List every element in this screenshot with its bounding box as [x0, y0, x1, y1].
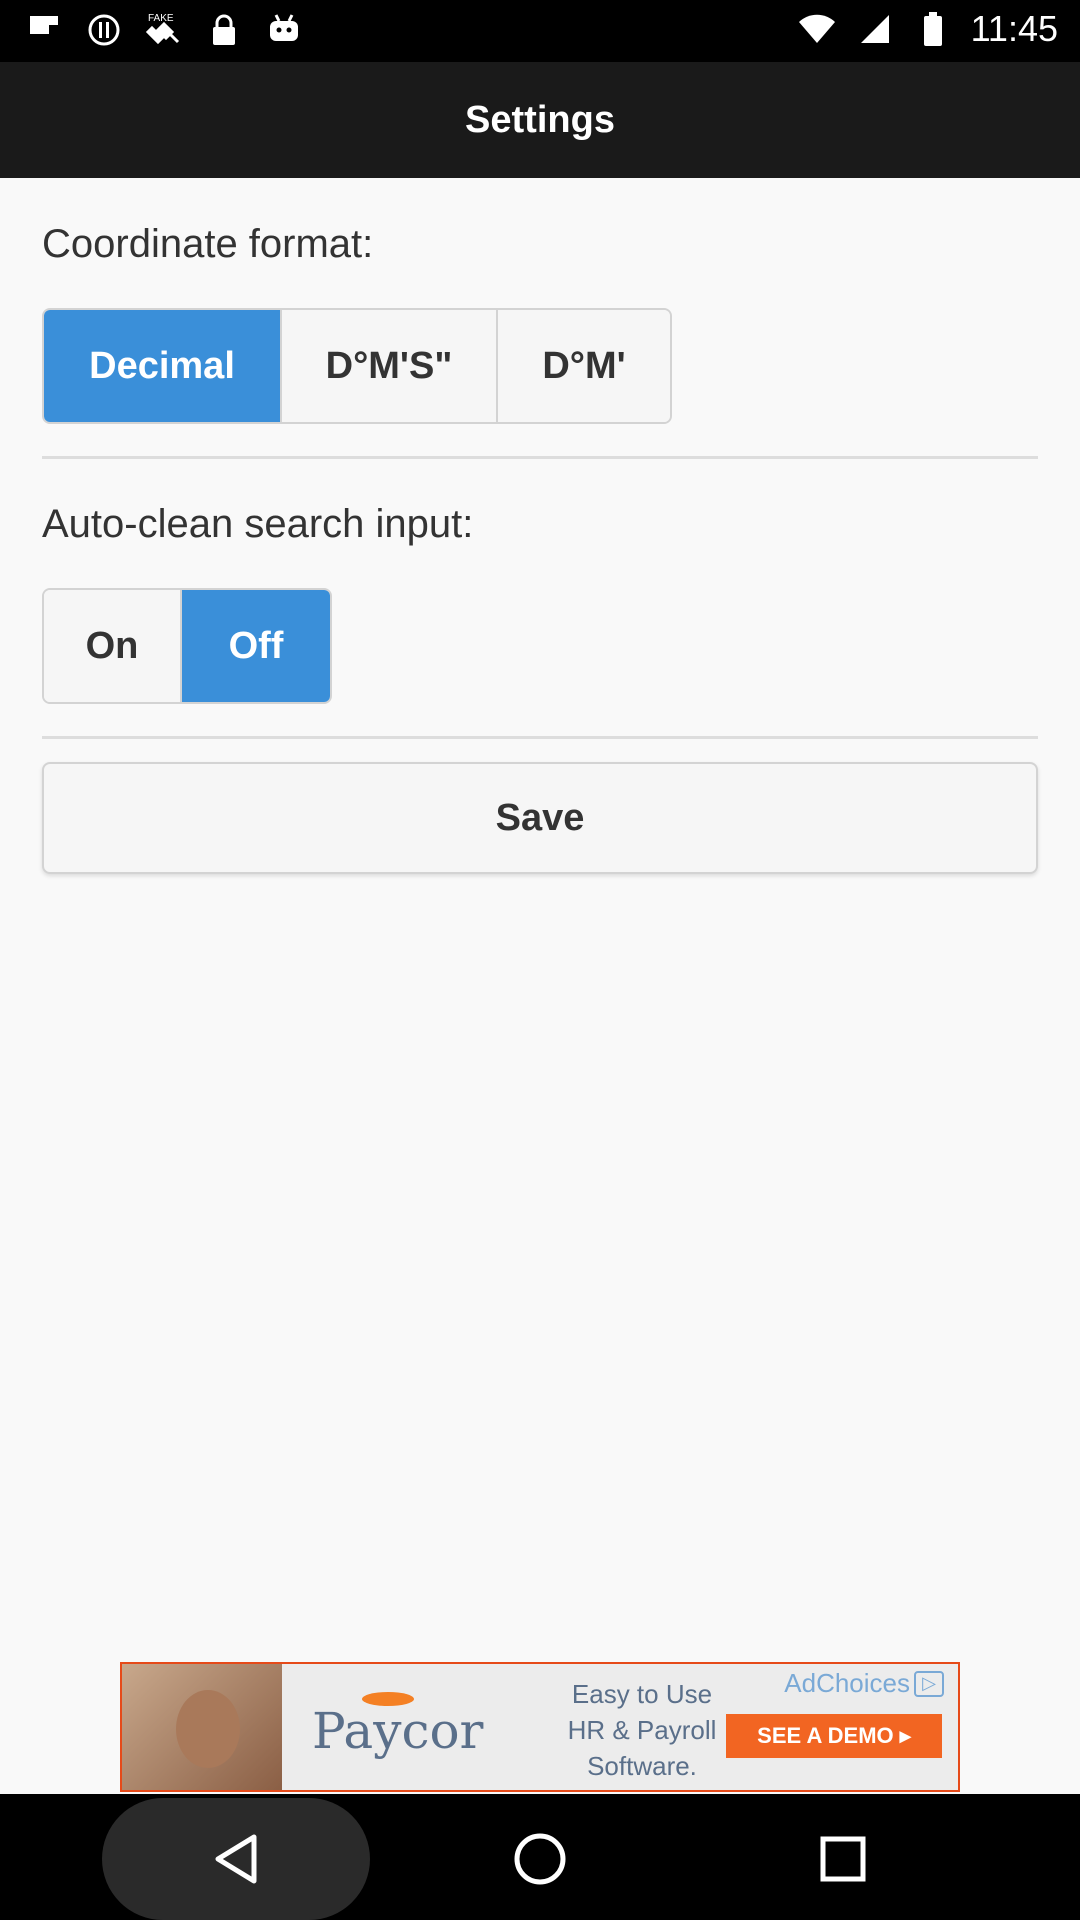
- adchoices-icon: ▷: [914, 1670, 944, 1697]
- auto-clean-toggle: On Off: [42, 588, 332, 704]
- ad-copy: Easy to Use HR & Payroll Software.: [562, 1676, 722, 1784]
- coordinate-format-dms-button[interactable]: D°M'S": [282, 310, 498, 422]
- coordinate-format-dm-button[interactable]: D°M': [498, 310, 670, 422]
- ad-copy-line: Easy to Use: [571, 1679, 713, 1709]
- android-icon: [264, 10, 304, 50]
- divider: [42, 456, 1038, 459]
- status-notification-icons: FAKE: [24, 10, 304, 50]
- ad-copy-line: Software.: [587, 1751, 697, 1781]
- flipboard-icon: [24, 10, 64, 50]
- auto-clean-label: Auto-clean search input:: [42, 502, 474, 546]
- coordinate-format-selector: Decimal D°M'S" D°M': [42, 308, 672, 424]
- wifi-icon: [797, 9, 837, 49]
- coordinate-format-decimal-button[interactable]: Decimal: [44, 310, 282, 422]
- back-icon[interactable]: [202, 1824, 272, 1894]
- battery-icon: [913, 9, 953, 49]
- ad-person-image: [122, 1664, 282, 1790]
- lock-icon: [204, 10, 244, 50]
- divider: [42, 736, 1038, 739]
- ad-copy-line: HR & Payroll: [567, 1715, 717, 1745]
- ad-brand-logo: Paycor: [312, 1702, 484, 1760]
- sync-icon: [84, 10, 124, 50]
- status-time: 11:45: [970, 8, 1058, 49]
- adchoices-link[interactable]: AdChoices ▷: [784, 1668, 944, 1699]
- auto-clean-on-button[interactable]: On: [44, 590, 182, 702]
- fake-gps-icon: FAKE: [144, 10, 184, 50]
- ad-cta-button[interactable]: SEE A DEMO ▸: [726, 1714, 942, 1758]
- coordinate-format-label: Coordinate format:: [42, 222, 374, 266]
- signal-icon: [855, 9, 895, 49]
- save-button[interactable]: Save: [42, 762, 1038, 874]
- auto-clean-off-button[interactable]: Off: [182, 590, 330, 702]
- svg-text:FAKE: FAKE: [148, 13, 174, 24]
- navigation-bar: [0, 1794, 1080, 1920]
- status-system-icons: 11:45: [797, 8, 1058, 50]
- ad-banner[interactable]: Paycor Easy to Use HR & Payroll Software…: [120, 1662, 960, 1792]
- home-icon[interactable]: [505, 1824, 575, 1894]
- app-header: Settings: [0, 62, 1080, 178]
- recent-apps-icon[interactable]: [808, 1824, 878, 1894]
- page-title: Settings: [465, 98, 615, 141]
- adchoices-label: AdChoices: [784, 1668, 910, 1698]
- status-bar: FAKE 11:45: [0, 0, 1080, 62]
